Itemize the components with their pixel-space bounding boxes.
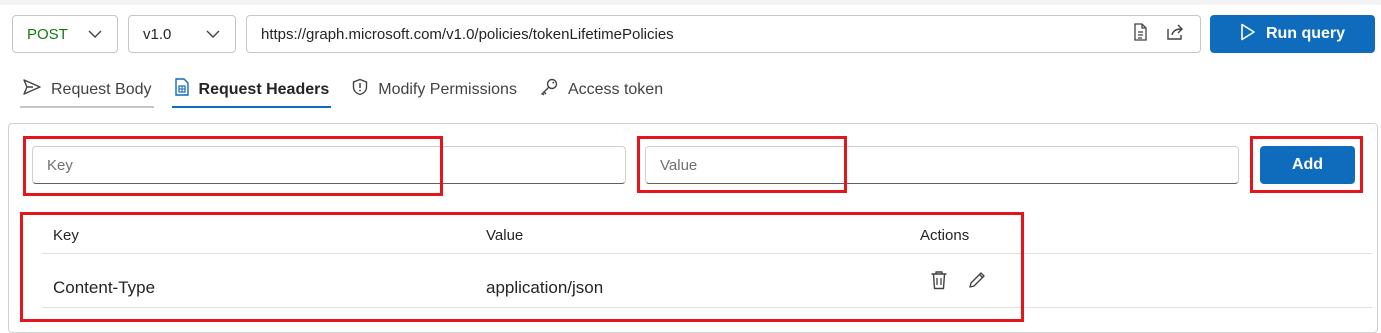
- header-key-placeholder: Key: [47, 156, 73, 174]
- key-icon: [539, 77, 559, 102]
- send-icon: [22, 78, 42, 101]
- request-tabs: Request Body Request Headers Modify Perm…: [20, 74, 665, 108]
- tab-label: Request Headers: [198, 80, 330, 98]
- tab-request-headers[interactable]: Request Headers: [171, 74, 332, 108]
- column-header-value: Value: [486, 227, 524, 244]
- row-value: application/json: [486, 278, 604, 297]
- tab-request-body[interactable]: Request Body: [20, 74, 154, 108]
- top-strip: [0, 0, 1381, 5]
- column-header-key: Key: [53, 227, 79, 244]
- row-key: Content-Type: [53, 278, 156, 297]
- run-query-label: Run query: [1265, 25, 1346, 42]
- tab-modify-permissions[interactable]: Modify Permissions: [349, 74, 519, 105]
- http-method-dropdown[interactable]: POST: [12, 15, 118, 53]
- api-version-dropdown[interactable]: v1.0: [128, 15, 236, 53]
- run-query-button[interactable]: Run query: [1210, 15, 1375, 53]
- request-url-input[interactable]: https://graph.microsoft.com/v1.0/policie…: [246, 15, 1201, 53]
- delete-icon[interactable]: [928, 268, 950, 292]
- chevron-down-icon: [87, 26, 103, 42]
- edit-icon[interactable]: [966, 268, 988, 292]
- header-key-input[interactable]: Key: [32, 146, 626, 184]
- tab-access-token[interactable]: Access token: [537, 74, 665, 105]
- http-method-value: POST: [27, 25, 68, 43]
- document-icon[interactable]: [1132, 23, 1148, 45]
- add-header-button[interactable]: Add: [1260, 146, 1355, 184]
- table-divider: [42, 253, 1372, 254]
- tab-label: Modify Permissions: [378, 80, 517, 98]
- document-table-icon: [174, 78, 190, 101]
- add-header-label: Add: [1291, 156, 1324, 173]
- play-icon: [1240, 23, 1256, 46]
- header-value-input[interactable]: Value: [645, 146, 1239, 184]
- request-url-text: https://graph.microsoft.com/v1.0/policie…: [261, 25, 674, 43]
- tab-label: Access token: [567, 80, 664, 98]
- chevron-down-icon: [205, 26, 221, 42]
- shield-icon: [351, 78, 369, 101]
- tab-label: Request Body: [51, 80, 152, 98]
- column-header-actions: Actions: [920, 227, 970, 244]
- table-divider: [42, 307, 1372, 308]
- header-value-placeholder: Value: [660, 156, 698, 174]
- share-icon[interactable]: [1166, 23, 1186, 45]
- api-version-value: v1.0: [143, 25, 172, 43]
